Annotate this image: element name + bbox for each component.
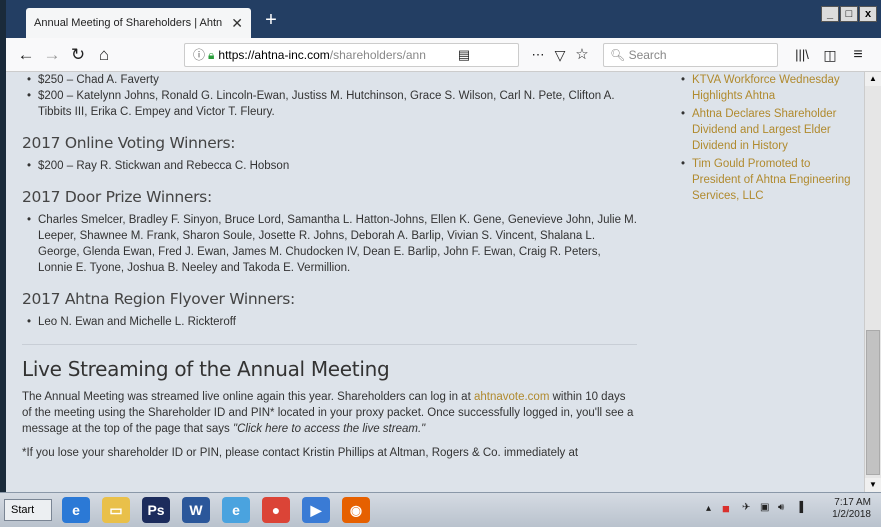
sidebar-link-dividend[interactable]: Ahtna Declares Shareholder Dividend and … <box>681 106 856 154</box>
live-streaming-paragraph: The Annual Meeting was streamed live onl… <box>22 389 637 437</box>
forward-icon[interactable]: → <box>40 43 64 67</box>
url-path: /shareholders/ann <box>329 48 426 62</box>
door-prize-list: Charles Smelcer, Bradley F. Sinyon, Bruc… <box>22 212 637 276</box>
ie-alt-icon[interactable]: e <box>222 497 250 523</box>
media-player-icon[interactable]: ▶ <box>302 497 330 523</box>
list-item: $250 – Chad A. Faverty <box>22 72 637 88</box>
search-input[interactable]: 🔍︎ Search <box>603 43 778 67</box>
footnote: *If you lose your shareholder ID or PIN,… <box>22 447 579 459</box>
online-voting-heading: 2017 Online Voting Winners: <box>22 134 236 152</box>
new-tab-button[interactable]: + <box>260 10 282 32</box>
chrome-icon[interactable]: ● <box>262 497 290 523</box>
back-icon[interactable]: ← <box>14 43 38 67</box>
network-tray-icon[interactable]: ✈ <box>742 502 750 513</box>
live-streaming-heading: Live Streaming of the Annual Meeting <box>22 357 390 381</box>
sidebar-link-tim-gould[interactable]: Tim Gould Promoted to President of Ahtna… <box>681 156 856 204</box>
minimize-button[interactable]: _ <box>821 6 839 22</box>
firefox-icon[interactable]: ◉ <box>342 497 370 523</box>
door-prize-heading: 2017 Door Prize Winners: <box>22 188 212 206</box>
tab-title: Annual Meeting of Shareholders | Ahtn <box>34 17 223 29</box>
show-hidden-icon[interactable]: ▴ <box>706 503 711 514</box>
library-icon[interactable]: |||\ <box>790 43 814 67</box>
more-icon[interactable]: ⋯ <box>526 43 550 67</box>
live-para-part-1: The Annual Meeting was streamed live onl… <box>22 391 474 403</box>
search-icon: 🔍︎ <box>610 48 626 62</box>
clock-date: 1/2/2018 <box>832 509 871 520</box>
section-divider <box>22 344 637 345</box>
page-viewport: $250 – Chad A. Faverty $200 – Katelynn J… <box>6 72 864 492</box>
start-label: Start <box>11 504 35 516</box>
taskbar: Start e ▭ Ps We ● ▶ ◉ ▴ ■ ✈ ▣ 🔊︎ ▐ 7:17 AM 1/2… <box>0 492 881 527</box>
home-icon[interactable]: ⌂ <box>92 43 116 67</box>
explorer-icon[interactable]: ▭ <box>102 497 130 523</box>
pocket-icon[interactable]: ▽ <box>548 43 572 67</box>
url-domain: https://ahtna-inc.com <box>218 48 330 62</box>
reload-icon[interactable]: ↻ <box>66 43 90 67</box>
tab-close-icon[interactable]: ✕ <box>231 15 243 32</box>
live-para-quote: "Click here to access the live stream." <box>232 423 426 435</box>
browser-window: Annual Meeting of Shareholders | Ahtn ✕ … <box>6 0 881 492</box>
lock-icon: 🔒︎ <box>208 48 215 62</box>
reader-icon[interactable]: ▤ <box>452 43 476 67</box>
prize-list: $250 – Chad A. Faverty $200 – Katelynn J… <box>22 72 637 120</box>
page-scrollbar[interactable]: ▲ ▼ <box>864 72 881 492</box>
signal-icon[interactable]: ▐ <box>796 502 803 513</box>
list-item: $200 – Ray R. Stickwan and Rebecca C. Ho… <box>22 158 637 174</box>
flyover-heading: 2017 Ahtna Region Flyover Winners: <box>22 290 295 308</box>
tray-app-icon[interactable]: ■ <box>722 501 730 516</box>
online-voting-list: $200 – Ray R. Stickwan and Rebecca C. Ho… <box>22 158 637 174</box>
bookmark-star-icon[interactable]: ☆ <box>570 43 594 67</box>
info-icon[interactable]: ⓘ <box>193 48 205 62</box>
list-item: $200 – Katelynn Johns, Ronald G. Lincoln… <box>22 88 637 120</box>
photoshop-icon[interactable]: Ps <box>142 497 170 523</box>
device-tray-icon[interactable]: ▣ <box>760 502 769 513</box>
volume-icon[interactable]: 🔊︎ <box>778 502 784 513</box>
ie-icon[interactable]: e <box>62 497 90 523</box>
list-item: Charles Smelcer, Bradley F. Sinyon, Bruc… <box>22 212 637 276</box>
sidebar-icon[interactable]: ◫ <box>818 43 842 67</box>
scrollbar-thumb[interactable] <box>866 330 880 475</box>
menu-icon[interactable]: ≡ <box>846 43 870 67</box>
sidebar-link-ktva[interactable]: KTVA Workforce Wednesday Highlights Ahtn… <box>681 72 856 104</box>
tab-active[interactable]: Annual Meeting of Shareholders | Ahtn ✕ <box>26 8 251 38</box>
scroll-down-arrow-icon[interactable]: ▼ <box>865 478 881 492</box>
flyover-list: Leo N. Ewan and Michelle L. Rickteroff <box>22 314 637 330</box>
word-icon[interactable]: W <box>182 497 210 523</box>
navigation-bar: ← → ↻ ⌂ ⓘ 🔒︎ https://ahtna-inc.com/shareho… <box>6 38 881 72</box>
scroll-up-arrow-icon[interactable]: ▲ <box>865 72 881 86</box>
main-content: $250 – Chad A. Faverty $200 – Katelynn J… <box>22 72 637 461</box>
clock[interactable]: 7:17 AM 1/2/2018 <box>832 497 871 521</box>
tab-strip: Annual Meeting of Shareholders | Ahtn ✕ … <box>6 0 881 38</box>
sidebar-news: KTVA Workforce Wednesday Highlights Ahtn… <box>676 72 856 206</box>
start-button[interactable]: Start <box>4 499 52 521</box>
window-controls: _ □ x <box>820 6 877 22</box>
search-placeholder: Search <box>628 48 667 62</box>
list-item: Leo N. Ewan and Michelle L. Rickteroff <box>22 314 637 330</box>
maximize-button[interactable]: □ <box>840 6 858 22</box>
ahtnavote-link[interactable]: ahtnavote.com <box>474 391 549 403</box>
close-window-button[interactable]: x <box>859 6 877 22</box>
clock-time: 7:17 AM <box>834 497 871 508</box>
